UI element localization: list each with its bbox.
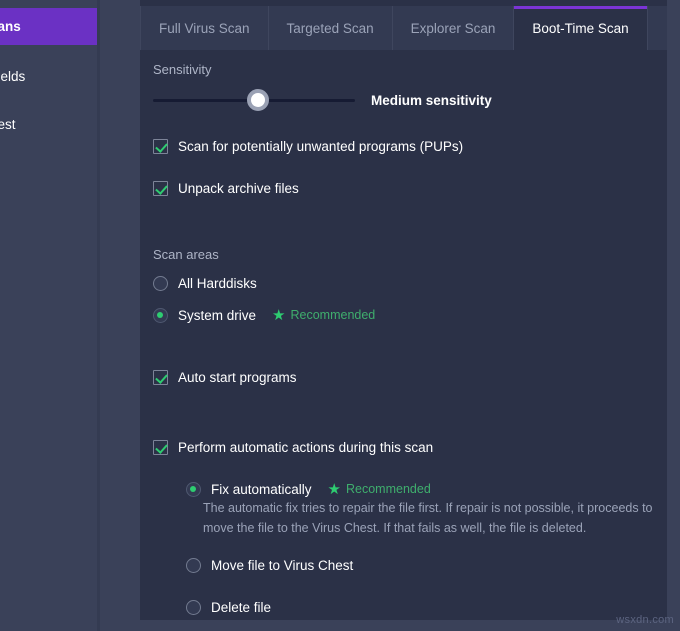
- sensitivity-slider-thumb[interactable]: [247, 89, 269, 111]
- checkbox-unpack-icon[interactable]: [153, 181, 168, 196]
- checkbox-auto-actions-label: Perform automatic actions during this sc…: [178, 440, 433, 455]
- spacer: [153, 219, 663, 247]
- spacer: [153, 346, 663, 366]
- sidebar-item-scans[interactable]: cans: [0, 8, 97, 45]
- scan-areas-label: Scan areas: [153, 247, 663, 262]
- radio-all-harddisks-label: All Harddisks: [178, 276, 257, 291]
- sidebar-divider: [97, 0, 100, 631]
- checkbox-row-unpack[interactable]: Unpack archive files: [153, 177, 663, 199]
- fix-automatically-description: The automatic fix tries to repair the fi…: [203, 498, 663, 538]
- sidebar-item-label: hest: [0, 117, 16, 132]
- radio-row-move-to-chest[interactable]: Move file to Virus Chest: [186, 554, 663, 576]
- tabbar-filler: [648, 6, 667, 50]
- sensitivity-value-label: Medium sensitivity: [371, 93, 492, 108]
- checkbox-autostart-icon[interactable]: [153, 370, 168, 385]
- tab-label: Targeted Scan: [287, 21, 374, 36]
- radio-row-delete-file[interactable]: Delete file: [186, 596, 663, 618]
- recommended-label: Recommended: [290, 308, 375, 322]
- tab-label: Boot-Time Scan: [532, 21, 628, 36]
- sensitivity-slider[interactable]: [153, 99, 355, 102]
- radio-all-harddisks-icon[interactable]: [153, 276, 168, 291]
- checkbox-row-auto-actions[interactable]: Perform automatic actions during this sc…: [153, 436, 663, 458]
- sensitivity-label: Sensitivity: [153, 62, 663, 77]
- radio-fix-automatically-icon[interactable]: [186, 482, 201, 497]
- sidebar: cans hields hest: [0, 0, 97, 631]
- checkbox-pups-label: Scan for potentially unwanted programs (…: [178, 139, 463, 154]
- sidebar-item-label: cans: [0, 19, 21, 34]
- sidebar-item-label: hields: [0, 69, 25, 84]
- tab-label: Full Virus Scan: [159, 21, 250, 36]
- tab-full-virus-scan[interactable]: Full Virus Scan: [140, 6, 269, 50]
- scan-type-tabs: Full Virus Scan Targeted Scan Explorer S…: [140, 6, 667, 50]
- checkbox-autostart-label: Auto start programs: [178, 370, 297, 385]
- radio-move-to-chest-icon[interactable]: [186, 558, 201, 573]
- radio-delete-file-label: Delete file: [211, 600, 271, 615]
- recommended-badge: ★ Recommended: [328, 482, 431, 497]
- recommended-label: Recommended: [346, 482, 431, 496]
- radio-system-drive-icon[interactable]: [153, 308, 168, 323]
- checkbox-row-pups[interactable]: Scan for potentially unwanted programs (…: [153, 135, 663, 157]
- radio-row-all-harddisks[interactable]: All Harddisks: [153, 272, 663, 294]
- auto-actions-choices: Fix automatically ★ Recommended The auto…: [186, 478, 663, 618]
- sidebar-item-shields[interactable]: hields: [0, 58, 97, 95]
- checkbox-unpack-label: Unpack archive files: [178, 181, 299, 196]
- radio-delete-file-icon[interactable]: [186, 600, 201, 615]
- sidebar-item-chest[interactable]: hest: [0, 106, 97, 143]
- checkbox-pups-icon[interactable]: [153, 139, 168, 154]
- tab-boot-time-scan[interactable]: Boot-Time Scan: [514, 6, 647, 50]
- recommended-badge: ★ Recommended: [272, 308, 375, 323]
- checkbox-row-autostart[interactable]: Auto start programs: [153, 366, 663, 388]
- radio-row-system-drive[interactable]: System drive ★ Recommended: [153, 304, 663, 326]
- checkbox-auto-actions-icon[interactable]: [153, 440, 168, 455]
- radio-fix-automatically-label: Fix automatically: [211, 482, 312, 497]
- radio-system-drive-label: System drive: [178, 308, 256, 323]
- star-icon: ★: [328, 482, 341, 497]
- tab-targeted-scan[interactable]: Targeted Scan: [269, 6, 393, 50]
- star-icon: ★: [272, 308, 285, 323]
- tab-explorer-scan[interactable]: Explorer Scan: [393, 6, 515, 50]
- radio-move-to-chest-label: Move file to Virus Chest: [211, 558, 353, 573]
- watermark: wsxdn.com: [616, 614, 674, 626]
- radio-row-fix-automatically[interactable]: Fix automatically ★ Recommended: [186, 478, 663, 500]
- settings-content: Sensitivity Medium sensitivity Scan for …: [153, 62, 663, 631]
- tab-label: Explorer Scan: [411, 21, 496, 36]
- spacer: [153, 408, 663, 436]
- sensitivity-slider-row: Medium sensitivity: [153, 87, 663, 113]
